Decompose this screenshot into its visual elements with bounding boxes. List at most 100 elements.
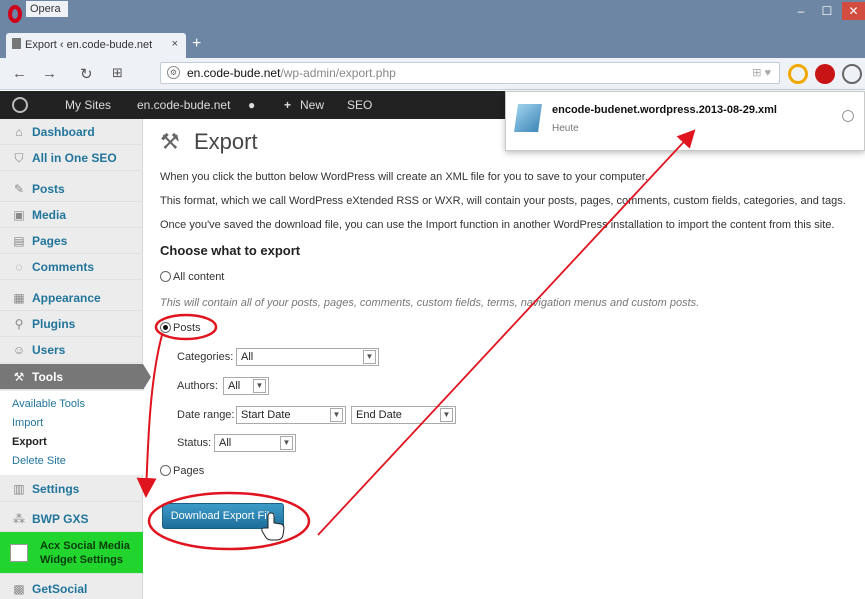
bookmark-heart-icon[interactable]: ⊞ ♥ [752, 66, 771, 79]
new-tab-button[interactable]: + [192, 35, 201, 53]
section-heading: Choose what to export [160, 243, 301, 258]
download-export-button[interactable]: Download Export File [162, 503, 284, 529]
sidebar-item-label: Media [32, 208, 67, 222]
start-date-select[interactable]: Start Date ▼ [236, 406, 346, 424]
option-label: All content [173, 271, 225, 283]
sidebar-item-dashboard[interactable]: ⌂ Dashboard [0, 119, 143, 145]
radio-all-content[interactable] [160, 271, 171, 282]
sidebar-item-label: Users [32, 343, 66, 357]
submenu-export[interactable]: Export [12, 433, 131, 452]
submenu-delete-site[interactable]: Delete Site [12, 452, 131, 471]
page-icon [12, 38, 21, 49]
sidebar-item-label: BWP GXS [32, 512, 89, 526]
sidebar-item-media[interactable]: ▣ Media [0, 202, 143, 228]
opera-logo-icon[interactable] [8, 5, 22, 23]
minimize-button[interactable]: – [790, 2, 812, 20]
page-title: ⚒ Export [160, 129, 258, 155]
intro-text-1: When you click the button below WordPres… [160, 171, 648, 183]
page-title-text: Export [194, 129, 258, 154]
sidebar-item-pages[interactable]: ▤ Pages [0, 228, 143, 254]
radio-pages[interactable] [160, 465, 171, 476]
extension-adblock-icon[interactable] [815, 64, 835, 84]
comment-icon: ◌ [15, 260, 23, 274]
option-pages[interactable]: Pages [160, 465, 204, 477]
sidebar-item-label: Pages [32, 234, 68, 248]
intro-text-2: This format, which we call WordPress eXt… [160, 195, 846, 207]
wordpress-logo-icon[interactable] [12, 97, 28, 113]
opera-menu-button[interactable]: Opera [26, 1, 68, 17]
sidebar-item-posts[interactable]: ✎ Posts [0, 176, 143, 202]
pin-icon: ✎ [13, 182, 25, 196]
sidebar-item-getsocial[interactable]: ▩ GetSocial [0, 576, 143, 599]
option-label: Posts [173, 322, 201, 334]
chevron-down-icon: ▼ [253, 379, 266, 393]
shield-icon: ⛉ [14, 151, 24, 165]
comments-bubble-icon[interactable]: ● [248, 98, 255, 112]
end-date-select[interactable]: End Date ▼ [351, 406, 456, 424]
forward-icon[interactable]: → [42, 65, 57, 82]
export-page: ⚒ Export When you click the button below … [160, 119, 860, 599]
sidebar-item-label: Tools [32, 370, 64, 384]
sidebar-item-comments[interactable]: ◌ Comments [0, 254, 143, 280]
tools-icon: ⚒ [160, 129, 180, 154]
sidebar-item-appearance[interactable]: ▦ Appearance [0, 285, 143, 311]
back-icon[interactable]: ← [12, 65, 27, 82]
tools-submenu: Available Tools Import Export Delete Sit… [0, 391, 143, 475]
site-info-icon[interactable]: ⚙ [167, 66, 180, 79]
option-all-content[interactable]: All content [160, 271, 224, 283]
tab-title: Export ‹ en.code-bude.net [25, 39, 153, 51]
tab-bar: Export ‹ en.code-bude.net × + [0, 30, 865, 58]
sidebar-item-label: All in One SEO [32, 151, 117, 165]
reload-icon[interactable]: ↻ [80, 65, 93, 83]
submenu-available-tools[interactable]: Available Tools [12, 395, 131, 414]
sidebar-item-label: Appearance [32, 291, 101, 305]
close-window-button[interactable]: ✕ [842, 2, 865, 20]
sidebar-item-label: Comments [32, 260, 95, 274]
select-value: All [241, 351, 254, 363]
select-value: End Date [356, 409, 402, 421]
admin-bar-seo[interactable]: SEO [347, 98, 372, 112]
chevron-down-icon: ▼ [440, 408, 453, 422]
media-icon: ▣ [13, 208, 25, 222]
maximize-button[interactable]: ☐ [816, 2, 838, 20]
sidebar-item-users[interactable]: ☺ Users [0, 337, 143, 363]
extension-download-icon[interactable] [842, 64, 862, 84]
download-popup: encode-budenet.wordpress.2013-08-29.xml … [505, 91, 865, 151]
admin-sidebar: ⌂ Dashboard ⛉ All in One SEO ✎ Posts ▣ Media… [0, 119, 151, 599]
chevron-down-icon: ▼ [330, 408, 343, 422]
sidebar-item-tools[interactable]: ⚒ Tools [0, 364, 143, 390]
url-field[interactable]: ⚙ en.code-bude.net/wp-admin/export.php ⊞… [160, 62, 780, 84]
categories-label: Categories: [177, 351, 234, 363]
widget-icon [10, 544, 28, 562]
option-posts[interactable]: Posts [160, 322, 201, 334]
chevron-down-icon: ▼ [363, 350, 376, 364]
tab-export[interactable]: Export ‹ en.code-bude.net × [6, 33, 186, 58]
sidebar-item-plugins[interactable]: ⚲ Plugins [0, 311, 143, 337]
admin-bar-site-name[interactable]: en.code-bude.net [137, 98, 230, 112]
cancel-download-icon[interactable] [842, 110, 854, 122]
pages-icon: ▤ [13, 234, 25, 248]
date-range-label: Date range: [177, 409, 235, 421]
status-label: Status: [177, 437, 212, 449]
status-select[interactable]: All ▼ [214, 434, 296, 452]
submenu-import[interactable]: Import [12, 414, 131, 433]
xml-file-icon [514, 104, 542, 132]
extension-search-icon[interactable] [788, 64, 808, 84]
admin-bar-new[interactable]: New [300, 98, 324, 112]
download-date: Heute [552, 123, 579, 134]
address-toolbar: ← → ↻ ⊞ ⚙ en.code-bude.net/wp-admin/expo… [0, 58, 865, 90]
radio-posts[interactable] [160, 322, 171, 333]
admin-bar-my-sites[interactable]: My Sites [65, 98, 111, 112]
speed-dial-icon[interactable]: ⊞ [112, 65, 123, 81]
download-filename[interactable]: encode-budenet.wordpress.2013-08-29.xml [552, 104, 777, 116]
sidebar-item-settings[interactable]: ▥ Settings [0, 476, 143, 502]
close-tab-icon[interactable]: × [172, 38, 178, 50]
categories-select[interactable]: All ▼ [236, 348, 379, 366]
sidebar-item-all-in-one-seo[interactable]: ⛉ All in One SEO [0, 145, 143, 171]
sidebar-item-acx-social[interactable]: Acx Social Media Widget Settings [0, 532, 143, 574]
settings-icon: ▥ [13, 482, 25, 496]
sidebar-item-label: Dashboard [32, 125, 95, 139]
authors-select[interactable]: All ▼ [223, 377, 269, 395]
window-titlebar: Opera – ☐ ✕ [0, 0, 865, 30]
sidebar-item-bwp-gxs[interactable]: ⁂ BWP GXS [0, 506, 143, 532]
